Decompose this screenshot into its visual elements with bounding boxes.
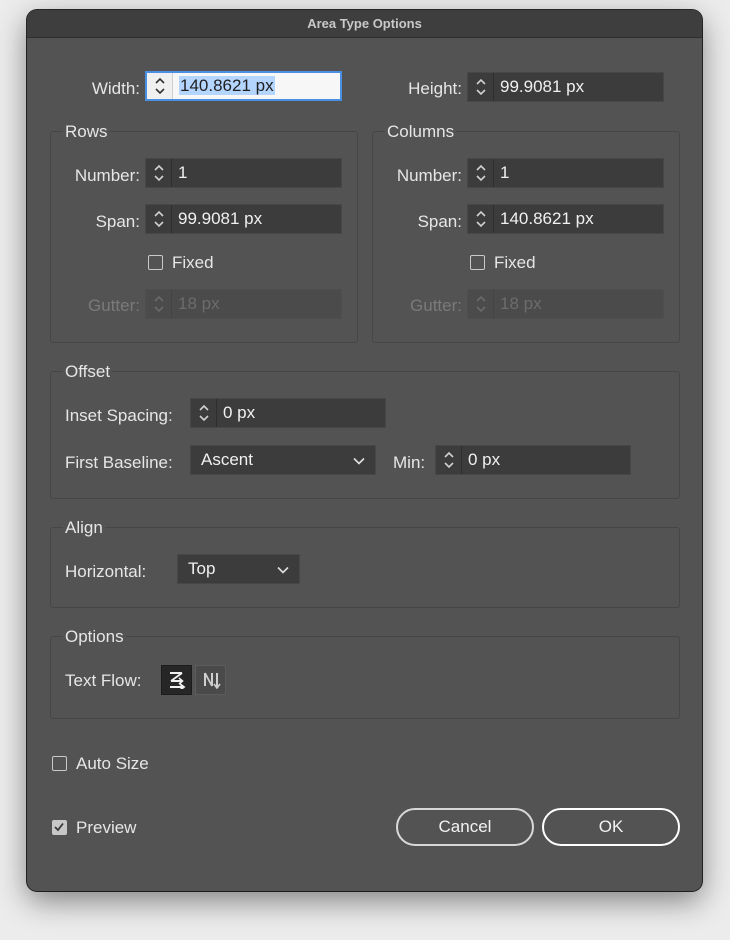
preview-label: Preview <box>76 818 137 837</box>
rows-gutter-stepper-icon <box>146 290 172 318</box>
rows-title: Rows <box>63 122 110 142</box>
align-title: Align <box>63 518 105 538</box>
rows-span-input[interactable]: 99.9081 px <box>172 209 262 229</box>
inset-spacing-stepper-icon[interactable] <box>191 399 217 427</box>
options-group <box>50 636 680 719</box>
rows-gutter-label: Gutter: <box>88 296 140 315</box>
offset-group <box>50 371 680 499</box>
area-type-options-dialog: Area Type Options Width: 140.8621 px Hei… <box>27 10 702 891</box>
rows-span-field[interactable]: 99.9081 px <box>145 204 342 234</box>
columns-fixed-checkbox[interactable] <box>470 255 485 270</box>
rows-gutter-field: 18 px <box>145 289 342 319</box>
columns-gutter-input: 18 px <box>500 294 542 313</box>
columns-number-stepper-icon[interactable] <box>468 159 494 187</box>
text-flow-label: Text Flow: <box>65 671 142 690</box>
text-flow-by-rows-icon[interactable] <box>161 665 192 695</box>
options-title: Options <box>63 627 126 647</box>
dialog-title: Area Type Options <box>27 10 702 38</box>
rows-span-label: Span: <box>95 212 140 231</box>
rows-gutter-input: 18 px <box>178 294 220 313</box>
chevron-down-icon <box>353 450 365 470</box>
columns-span-field[interactable]: 140.8621 px <box>467 204 664 234</box>
rows-fixed-label: Fixed <box>172 253 214 272</box>
rows-number-label: Number: <box>74 166 140 185</box>
columns-gutter-label: Gutter: <box>410 296 462 315</box>
width-field[interactable]: 140.8621 px <box>145 71 342 101</box>
columns-span-stepper-icon[interactable] <box>468 205 494 233</box>
ok-button[interactable]: OK <box>542 808 680 846</box>
height-stepper-icon[interactable] <box>468 73 494 101</box>
rows-fixed-checkbox[interactable] <box>148 255 163 270</box>
first-baseline-select[interactable]: Ascent <box>190 445 376 475</box>
auto-size-checkbox[interactable] <box>52 756 67 771</box>
first-baseline-value: Ascent <box>201 450 253 469</box>
preview-checkbox[interactable] <box>52 820 67 835</box>
height-label: Height: <box>408 79 462 98</box>
cancel-button[interactable]: Cancel <box>396 808 534 846</box>
columns-number-field[interactable]: 1 <box>467 158 664 188</box>
columns-number-label: Number: <box>396 166 462 185</box>
inset-spacing-field[interactable]: 0 px <box>190 398 386 428</box>
rows-number-stepper-icon[interactable] <box>146 159 172 187</box>
offset-title: Offset <box>63 362 113 382</box>
inset-spacing-label: Inset Spacing: <box>65 406 173 425</box>
columns-gutter-stepper-icon <box>468 290 494 318</box>
min-label: Min: <box>393 453 426 472</box>
auto-size-label: Auto Size <box>76 754 149 773</box>
chevron-down-icon <box>277 559 289 579</box>
horizontal-align-value: Top <box>188 559 216 578</box>
checkmark-icon <box>54 822 64 832</box>
min-stepper-icon[interactable] <box>436 446 462 474</box>
columns-title: Columns <box>385 122 457 142</box>
min-field[interactable]: 0 px <box>435 445 631 475</box>
columns-number-input[interactable]: 1 <box>494 163 509 183</box>
height-field[interactable]: 99.9081 px <box>467 72 664 102</box>
first-baseline-label: First Baseline: <box>65 453 173 472</box>
columns-span-input[interactable]: 140.8621 px <box>494 209 594 229</box>
columns-span-label: Span: <box>417 212 462 231</box>
text-flow-by-columns-icon[interactable] <box>195 665 226 695</box>
columns-gutter-field: 18 px <box>467 289 664 319</box>
rows-number-input[interactable]: 1 <box>172 163 187 183</box>
inset-spacing-input[interactable]: 0 px <box>217 403 255 423</box>
columns-fixed-label: Fixed <box>494 253 536 272</box>
width-stepper-icon[interactable] <box>147 73 173 99</box>
width-label: Width: <box>91 79 140 98</box>
rows-number-field[interactable]: 1 <box>145 158 342 188</box>
horizontal-align-select[interactable]: Top <box>177 554 300 584</box>
rows-span-stepper-icon[interactable] <box>146 205 172 233</box>
width-input[interactable]: 140.8621 px <box>179 76 275 95</box>
min-input[interactable]: 0 px <box>462 450 500 470</box>
horizontal-label: Horizontal: <box>65 562 147 581</box>
height-input[interactable]: 99.9081 px <box>494 77 584 97</box>
